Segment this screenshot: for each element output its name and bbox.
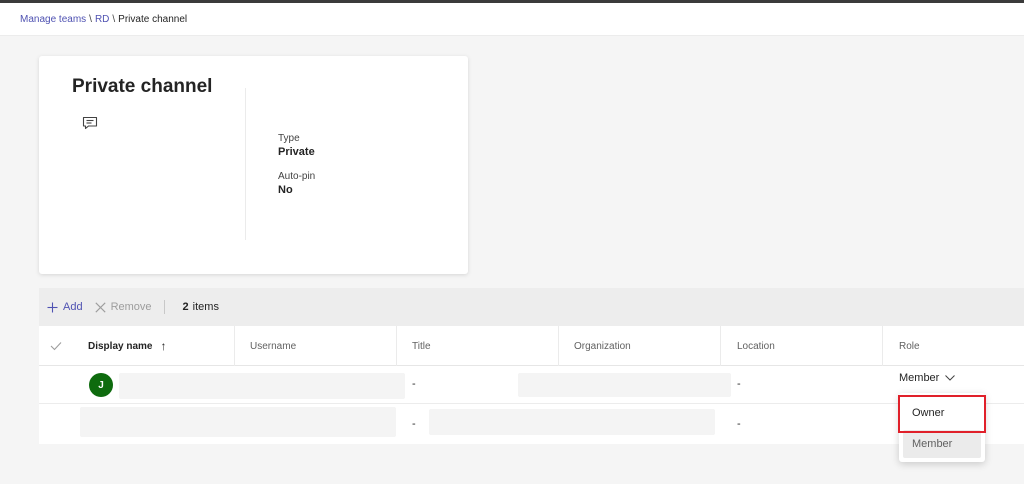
remove-button-label: Remove	[110, 301, 152, 313]
sort-ascending-icon: ↑	[160, 339, 167, 353]
type-value: Private	[278, 146, 315, 158]
column-divider	[720, 326, 721, 366]
redacted-organization	[518, 373, 731, 397]
members-table: Display name ↑ Username Title Organizati…	[39, 326, 1024, 444]
column-header-title[interactable]: Title	[412, 326, 431, 366]
plus-icon	[47, 302, 58, 312]
column-header-display-name-label: Display name	[88, 340, 153, 352]
breadcrumb-separator: \	[112, 13, 116, 25]
close-icon	[94, 301, 106, 313]
location-cell: -	[737, 418, 741, 430]
type-label: Type	[278, 133, 300, 144]
role-option-member[interactable]: Member	[903, 430, 981, 458]
card-divider	[245, 88, 246, 240]
redacted-name-username	[119, 373, 405, 399]
add-button-label: Add	[63, 301, 83, 313]
title-cell: -	[412, 378, 416, 390]
table-row[interactable]: - -	[39, 404, 1024, 444]
chevron-down-icon	[945, 375, 956, 381]
item-count-number: 2	[182, 301, 189, 313]
breadcrumb-separator: \	[89, 13, 92, 25]
column-divider	[396, 326, 397, 366]
column-header-username[interactable]: Username	[250, 326, 296, 366]
toolbar-divider	[163, 300, 165, 314]
add-button[interactable]: Add	[47, 301, 83, 313]
title-cell: -	[412, 418, 416, 430]
channel-info-card: Private channel Type Private Auto-pin No	[39, 56, 468, 274]
members-toolbar: Add Remove 2 items	[39, 288, 1024, 326]
autopin-label: Auto-pin	[278, 171, 316, 182]
breadcrumb-current: Private channel	[118, 13, 188, 25]
breadcrumb: Manage teams \ RD \ Private channel	[0, 3, 1024, 36]
redacted-organization	[429, 409, 715, 435]
column-header-location[interactable]: Location	[737, 326, 775, 366]
role-select-value: Member	[899, 372, 940, 384]
table-row[interactable]: J - - Member	[39, 366, 1024, 404]
table-header: Display name ↑ Username Title Organizati…	[39, 326, 1024, 366]
column-divider	[558, 326, 559, 366]
role-option-owner[interactable]: Owner	[903, 399, 981, 427]
autopin-value: No	[278, 184, 293, 196]
chat-icon[interactable]	[82, 116, 98, 130]
item-count: 2 items	[183, 301, 219, 313]
column-divider	[882, 326, 883, 366]
item-count-label: items	[192, 301, 219, 313]
column-header-organization[interactable]: Organization	[574, 326, 631, 366]
remove-button[interactable]: Remove	[94, 301, 152, 313]
role-select[interactable]: Member	[899, 372, 956, 384]
role-dropdown-menu: Owner Member	[899, 393, 985, 462]
select-all-checkmark-icon[interactable]	[50, 341, 62, 351]
column-header-display-name[interactable]: Display name ↑	[88, 326, 166, 366]
page-title: Private channel	[72, 76, 213, 97]
column-header-role[interactable]: Role	[899, 326, 920, 366]
column-divider	[234, 326, 235, 366]
redacted-name-username	[80, 407, 396, 437]
location-cell: -	[737, 378, 741, 390]
avatar: J	[89, 373, 113, 397]
breadcrumb-link-rd[interactable]: RD	[95, 14, 109, 25]
breadcrumb-link-manage-teams[interactable]: Manage teams	[20, 14, 86, 25]
